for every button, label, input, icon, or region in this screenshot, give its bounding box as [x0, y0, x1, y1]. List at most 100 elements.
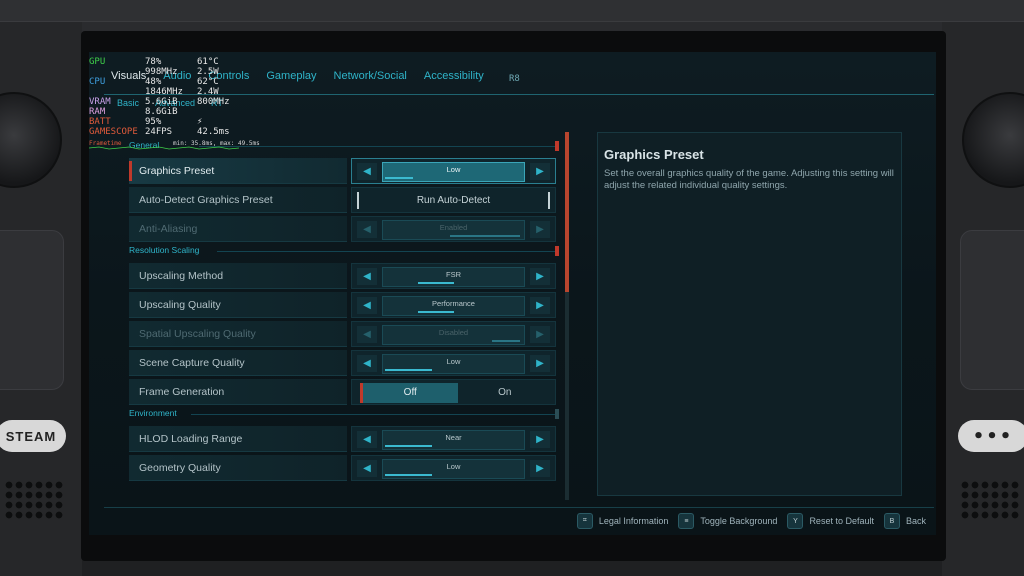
info-description: Set the overall graphics quality of the …: [604, 168, 894, 191]
setting-label: HLOD Loading Range: [129, 426, 347, 452]
battery-percent: 95%: [145, 117, 162, 127]
geometry-selector[interactable]: ◀ Low ▶: [351, 455, 556, 481]
chevron-right-icon[interactable]: ▶: [530, 431, 550, 448]
setting-value: Near: [445, 433, 462, 442]
graphics-preset-selector[interactable]: ◀ Low ▶: [351, 158, 556, 184]
setting-geometry-quality[interactable]: Geometry Quality ◀ Low ▶: [129, 455, 559, 481]
right-speaker-grill: [960, 480, 1020, 520]
gamescope-label: GAMESCOPE: [89, 127, 138, 137]
setting-spatial-upscaling-quality: Spatial Upscaling Quality ◀ Disabled ▶: [129, 321, 559, 347]
frame-generation-toggle[interactable]: Off On: [351, 379, 556, 405]
right-controller: •••: [942, 22, 1024, 576]
settings-list: General Graphics Preset ◀ Low ▶ Auto-Det…: [129, 140, 559, 484]
y-button-icon: Y: [787, 513, 804, 529]
setting-value: Low: [446, 462, 461, 471]
b-button-icon: B: [883, 513, 900, 529]
cpu-label: CPU: [89, 77, 106, 87]
chevron-left-icon[interactable]: ◀: [357, 163, 377, 180]
cpu-clock: 1846MHz: [145, 87, 183, 97]
chevron-left-icon[interactable]: ◀: [357, 268, 377, 285]
chevron-left-icon[interactable]: ◀: [357, 460, 377, 477]
tab-gameplay[interactable]: Gameplay: [266, 70, 316, 82]
steam-button[interactable]: STEAM: [0, 420, 66, 452]
gpu-clock: 998MHz: [145, 67, 178, 77]
battery-label: BATT: [89, 117, 111, 127]
left-speaker-grill: [4, 480, 64, 520]
setting-frame-generation[interactable]: Frame Generation Off On: [129, 379, 559, 405]
ram-label: RAM: [89, 107, 106, 117]
quick-access-button[interactable]: •••: [958, 420, 1024, 452]
left-trackpad[interactable]: [0, 230, 64, 390]
toggle-background-button[interactable]: ≡ Toggle Background: [678, 513, 777, 529]
footer-label: Back: [905, 516, 926, 526]
chevron-right-icon[interactable]: ▶: [530, 355, 550, 372]
view-button-icon: ⌗: [576, 513, 593, 529]
setting-label: Upscaling Quality: [129, 292, 347, 318]
setting-hlod-loading-range[interactable]: HLOD Loading Range ◀ Near ▶: [129, 426, 559, 452]
vram-used: 5.6GiB: [145, 97, 178, 107]
chevron-right-icon[interactable]: ▶: [530, 297, 550, 314]
cpu-usage: 48%: [145, 77, 162, 87]
gpu-power: 2.5W: [197, 67, 219, 77]
footer-actions: ⌗ Legal Information ≡ Toggle Background …: [576, 513, 926, 529]
setting-value: Low: [446, 357, 461, 366]
setting-auto-detect[interactable]: Auto-Detect Graphics Preset Run Auto-Det…: [129, 187, 559, 213]
upscaling-method-selector[interactable]: ◀ FSR ▶: [351, 263, 556, 289]
scrollbar-thumb[interactable]: [565, 132, 569, 292]
upscaling-quality-selector[interactable]: ◀ Performance ▶: [351, 292, 556, 318]
setting-label: Geometry Quality: [129, 455, 347, 481]
fps-readout: 24FPS: [145, 127, 173, 137]
setting-upscaling-method[interactable]: Upscaling Method ◀ FSR ▶: [129, 263, 559, 289]
left-thumbstick[interactable]: [0, 92, 62, 188]
scene-capture-selector[interactable]: ◀ Low ▶: [351, 350, 556, 376]
frametime-graph: [89, 146, 239, 150]
setting-label: Frame Generation: [129, 379, 347, 405]
setting-upscaling-quality[interactable]: Upscaling Quality ◀ Performance ▶: [129, 292, 559, 318]
section-environment: Environment: [129, 408, 559, 422]
tab-accessibility[interactable]: Accessibility: [424, 70, 484, 82]
frametime-readout: 42.5ms: [197, 127, 230, 137]
info-title: Graphics Preset: [604, 147, 704, 162]
section-resolution-scaling: Resolution Scaling: [129, 245, 559, 259]
reset-to-default-button[interactable]: Y Reset to Default: [787, 513, 874, 529]
setting-label: Graphics Preset: [129, 158, 347, 184]
chevron-right-icon[interactable]: ▶: [530, 460, 550, 477]
setting-value: Enabled: [439, 223, 468, 232]
setting-label: Spatial Upscaling Quality: [129, 321, 347, 347]
footer-divider: [104, 507, 934, 508]
chevron-left-icon: ◀: [357, 221, 377, 238]
setting-label: Scene Capture Quality: [129, 350, 347, 376]
setting-anti-aliasing: Anti-Aliasing ◀ Enabled ▶: [129, 216, 559, 242]
back-button[interactable]: B Back: [883, 513, 926, 529]
chevron-left-icon[interactable]: ◀: [357, 355, 377, 372]
setting-value: Disabled: [438, 328, 469, 337]
setting-scene-capture-quality[interactable]: Scene Capture Quality ◀ Low ▶: [129, 350, 559, 376]
left-controller: STEAM: [0, 22, 82, 576]
setting-value: Low: [446, 165, 461, 174]
chevron-right-icon[interactable]: ▶: [530, 268, 550, 285]
setting-graphics-preset[interactable]: Graphics Preset ◀ Low ▶: [129, 158, 559, 184]
performance-overlay: GPU 78% 61°C 998MHz 2.5W CPU 48% 62°C 18…: [89, 57, 260, 150]
spatial-upscaling-selector: ◀ Disabled ▶: [351, 321, 556, 347]
cpu-power: 2.4W: [197, 87, 219, 97]
right-trackpad[interactable]: [960, 230, 1024, 390]
settings-scrollbar[interactable]: [565, 132, 569, 500]
tab-network-social[interactable]: Network/Social: [334, 70, 407, 82]
setting-label: Anti-Aliasing: [129, 216, 347, 242]
deck-top-edge: [0, 0, 1024, 22]
chevron-left-icon[interactable]: ◀: [357, 431, 377, 448]
gpu-usage: 78%: [145, 57, 162, 67]
chevron-right-icon[interactable]: ▶: [530, 163, 550, 180]
run-auto-detect-button[interactable]: Run Auto-Detect: [357, 192, 550, 209]
toggle-off-option[interactable]: Off: [360, 383, 458, 403]
section-title: Resolution Scaling: [129, 245, 200, 255]
gpu-label: GPU: [89, 57, 106, 67]
hlod-selector[interactable]: ◀ Near ▶: [351, 426, 556, 452]
toggle-on-option[interactable]: On: [457, 383, 552, 403]
ram-used: 8.6GiB: [145, 107, 178, 117]
footer-label: Legal Information: [598, 516, 669, 526]
legal-information-button[interactable]: ⌗ Legal Information: [576, 513, 669, 529]
anti-aliasing-selector: ◀ Enabled ▶: [351, 216, 556, 242]
right-thumbstick[interactable]: [962, 92, 1024, 188]
chevron-left-icon[interactable]: ◀: [357, 297, 377, 314]
